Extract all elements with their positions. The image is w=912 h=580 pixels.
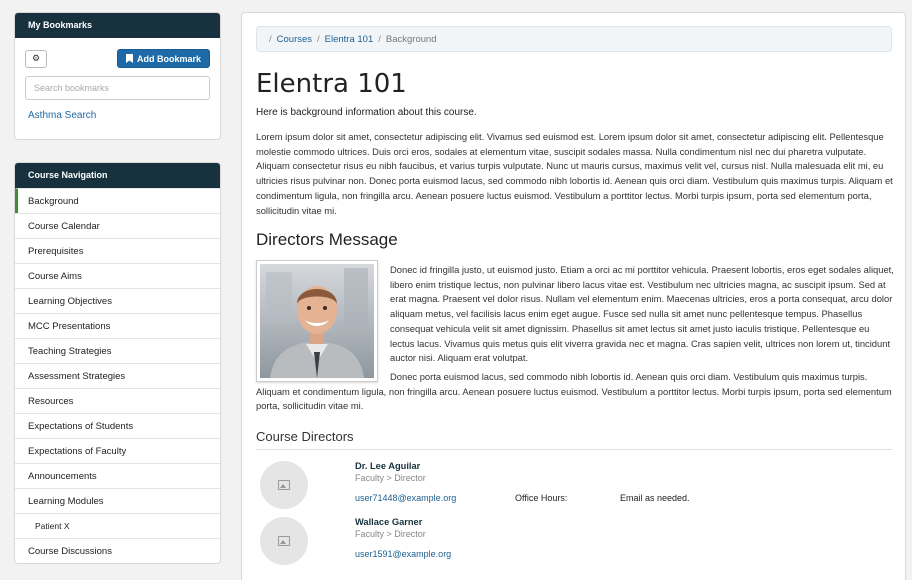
nav-item-patient-x[interactable]: Patient X	[15, 513, 220, 538]
director-email[interactable]: user1591@example.org	[355, 549, 451, 559]
divider	[256, 449, 892, 450]
director-avatar	[260, 461, 308, 509]
intro-text: Here is background information about thi…	[256, 107, 477, 118]
office-hours-label: Office Hours:	[515, 493, 568, 503]
bookmark-icon	[125, 54, 133, 63]
office-hours-value: Email as needed.	[620, 493, 690, 503]
nav-item-announcements[interactable]: Announcements	[15, 463, 220, 488]
nav-item-background[interactable]: Background	[15, 188, 220, 213]
director-role: Faculty > Director	[355, 473, 426, 483]
nav-item-course-calendar[interactable]: Course Calendar	[15, 213, 220, 238]
directors-message-paragraph-1: Donec id fringilla justo, ut euismod jus…	[390, 264, 894, 364]
bookmarks-title: My Bookmarks	[15, 13, 220, 38]
image-placeholder-icon	[278, 536, 290, 546]
course-navigation-title: Course Navigation	[15, 163, 220, 188]
nav-item-learning-objectives[interactable]: Learning Objectives	[15, 288, 220, 313]
nav-item-course-discussions[interactable]: Course Discussions	[15, 538, 220, 563]
background-paragraph: Lorem ipsum dolor sit amet, consectetur …	[256, 131, 893, 216]
nav-item-expectations-of-students[interactable]: Expectations of Students	[15, 413, 220, 438]
director-photo	[256, 260, 378, 382]
director-name[interactable]: Dr. Lee Aguilar	[355, 461, 420, 471]
bookmark-search-input[interactable]: Search bookmarks	[25, 76, 210, 100]
image-placeholder-icon	[278, 480, 290, 490]
director-card: Wallace Garner Faculty > Director user15…	[260, 517, 880, 569]
nav-item-expectations-of-faculty[interactable]: Expectations of Faculty	[15, 438, 220, 463]
add-bookmark-label: Add Bookmark	[136, 53, 201, 64]
nav-item-mcc-presentations[interactable]: MCC Presentations	[15, 313, 220, 338]
nav-item-learning-modules[interactable]: Learning Modules	[15, 488, 220, 513]
nav-item-assessment-strategies[interactable]: Assessment Strategies	[15, 363, 220, 388]
nav-item-course-aims[interactable]: Course Aims	[15, 263, 220, 288]
breadcrumb-separator: /	[378, 33, 381, 45]
breadcrumb-courses[interactable]: Courses	[277, 34, 312, 45]
gear-icon: ⚙	[31, 53, 41, 63]
director-email[interactable]: user71448@example.org	[355, 493, 456, 503]
directors-message-paragraph-2: Donec porta euismod lacus, sed commodo n…	[256, 371, 892, 412]
breadcrumb-separator: /	[317, 33, 320, 45]
bookmark-settings-button[interactable]: ⚙	[25, 49, 47, 68]
breadcrumb-separator: /	[269, 33, 272, 45]
person-photo-icon	[260, 264, 374, 378]
main-content: / Courses / Elentra 101 / Background Ele…	[241, 12, 906, 580]
director-avatar	[260, 517, 308, 565]
breadcrumb-course[interactable]: Elentra 101	[325, 34, 374, 45]
page-title: Elentra 101	[256, 69, 407, 99]
nav-item-teaching-strategies[interactable]: Teaching Strategies	[15, 338, 220, 363]
director-card: Dr. Lee Aguilar Faculty > Director user7…	[260, 461, 880, 513]
add-bookmark-button[interactable]: Add Bookmark	[116, 49, 210, 68]
director-name[interactable]: Wallace Garner	[355, 517, 422, 527]
course-directors-heading: Course Directors	[256, 429, 354, 444]
course-navigation-panel: Course Navigation Background Course Cale…	[14, 162, 221, 564]
director-role: Faculty > Director	[355, 529, 426, 539]
nav-item-prerequisites[interactable]: Prerequisites	[15, 238, 220, 263]
breadcrumb-current: Background	[385, 33, 437, 45]
nav-item-resources[interactable]: Resources	[15, 388, 220, 413]
directors-message-heading: Directors Message	[256, 230, 398, 249]
breadcrumb: / Courses / Elentra 101 / Background	[256, 26, 892, 52]
bookmarks-panel: My Bookmarks ⚙ Add Bookmark Search bookm…	[14, 12, 221, 140]
bookmark-link[interactable]: Asthma Search	[28, 110, 220, 121]
